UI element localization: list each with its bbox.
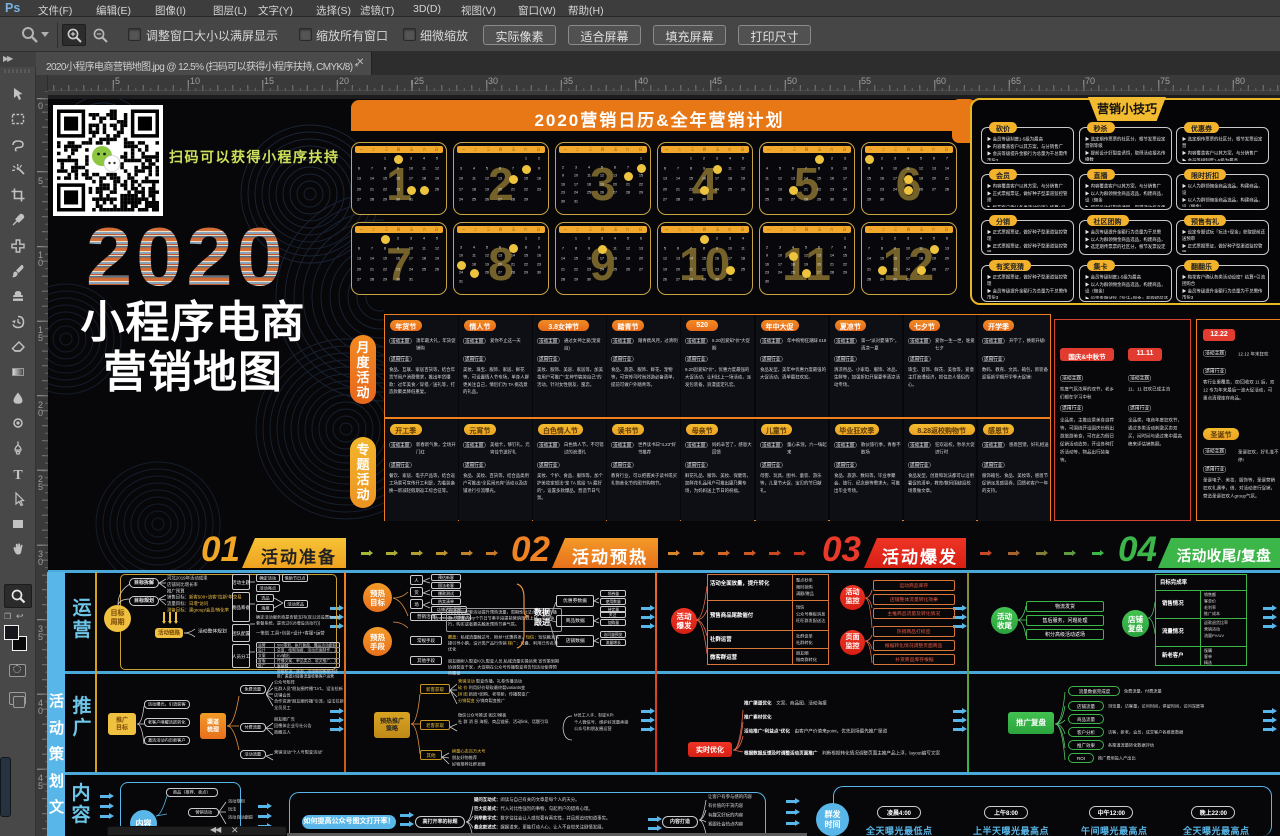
svg-text:T: T: [13, 468, 23, 482]
